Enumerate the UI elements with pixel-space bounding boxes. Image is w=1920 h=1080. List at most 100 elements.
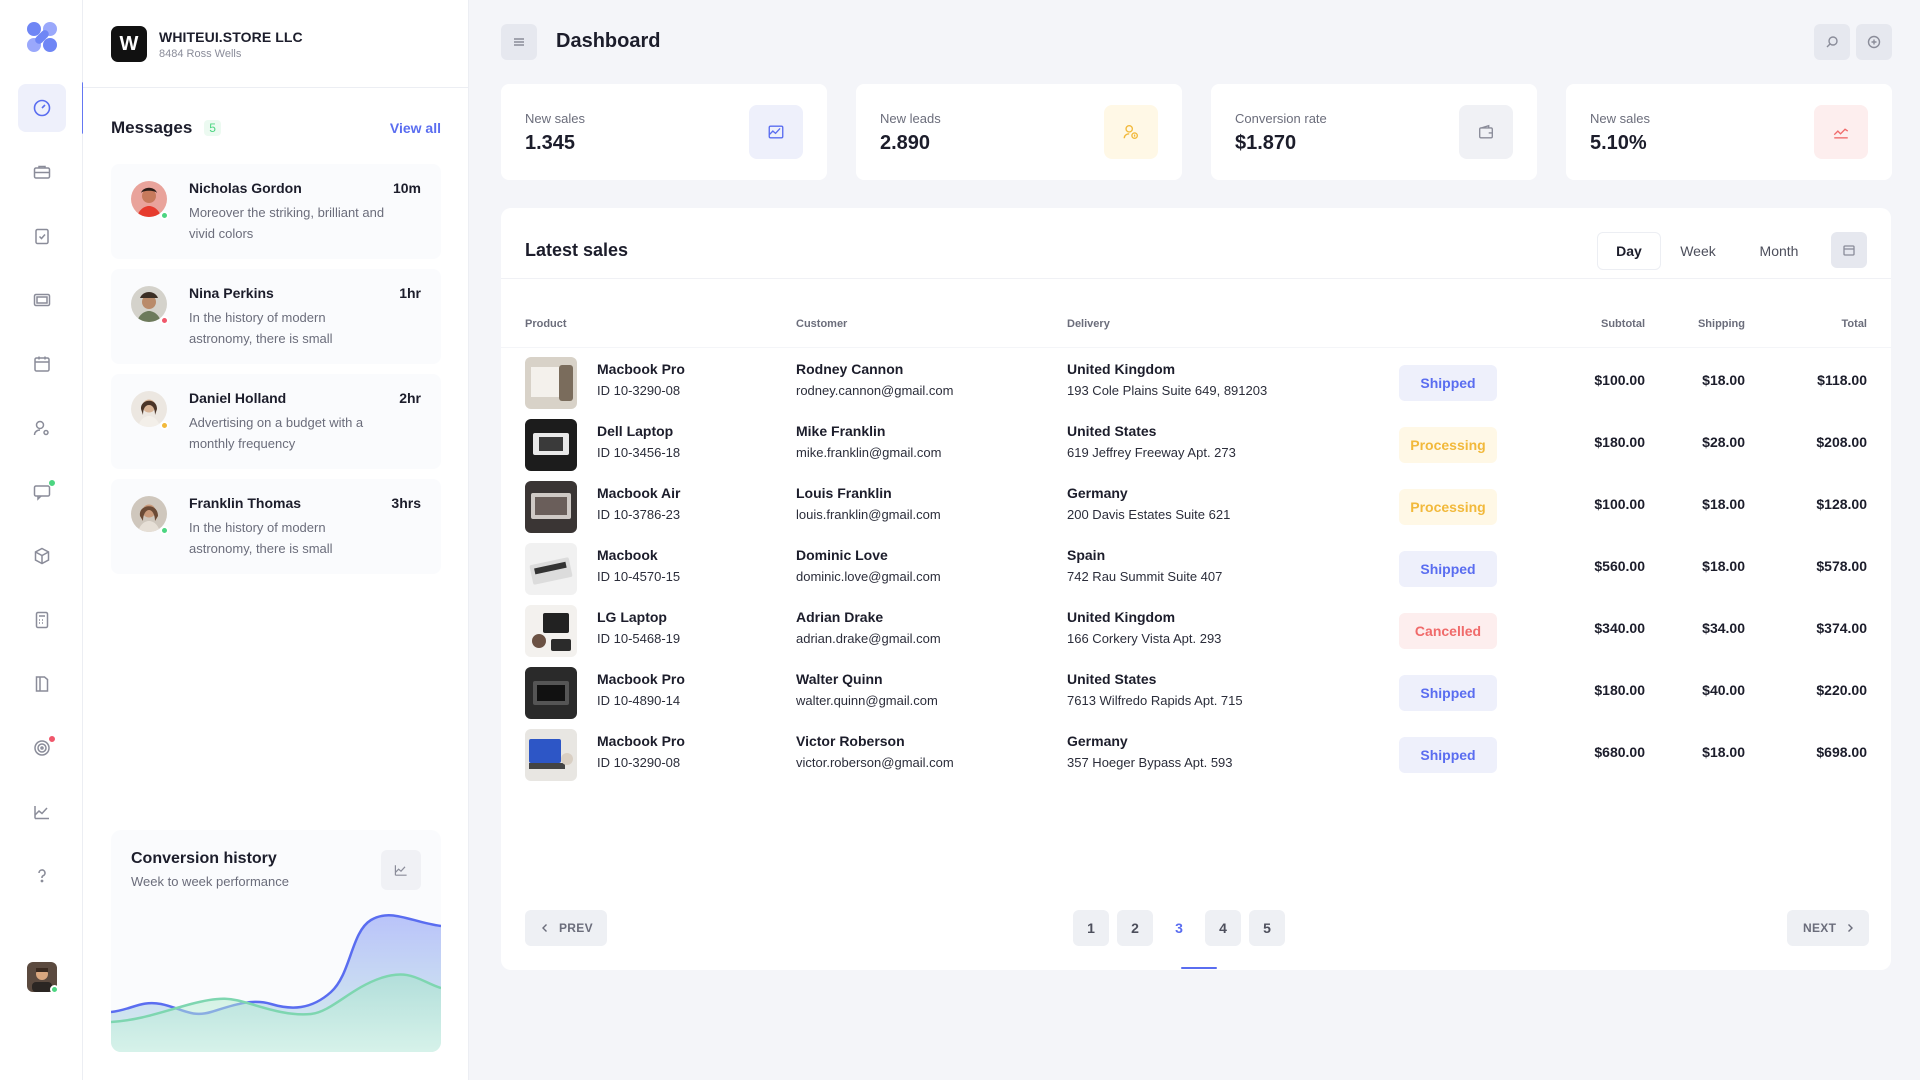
area-chart-icon [34, 806, 49, 820]
product-id: ID 10-3456-18 [597, 445, 681, 460]
tab-day[interactable]: Day [1597, 232, 1661, 270]
total-value: $578.00 [1816, 558, 1867, 574]
nav-goals[interactable] [18, 724, 66, 772]
page-3[interactable]: 3 [1161, 910, 1197, 946]
nav-dashboard[interactable] [18, 82, 85, 134]
nav-users[interactable] [18, 404, 66, 452]
nav-products[interactable] [18, 532, 66, 580]
message-time: 1hr [399, 285, 421, 301]
stat-value: 2.890 [880, 132, 931, 154]
calendar-icon [34, 356, 50, 372]
status-badge: Shipped [1399, 365, 1497, 401]
message-item[interactable]: Daniel Holland 2hr Advertising on a budg… [111, 374, 441, 469]
message-item[interactable]: Nicholas Gordon 10m Moreover the strikin… [111, 164, 441, 259]
message-sender: Nina Perkins [189, 285, 274, 301]
status-badge: Cancelled [1399, 613, 1497, 649]
latest-sales-title: Latest sales [525, 240, 629, 260]
next-page-button[interactable]: NEXT [1787, 910, 1869, 946]
table-row[interactable]: Macbook Pro ID 10-3290-08 Victor Roberson v… [501, 715, 1891, 791]
add-button[interactable] [1856, 24, 1892, 60]
nav-chat[interactable] [18, 468, 66, 516]
view-all-link[interactable]: View all [390, 120, 441, 136]
customer-email[interactable]: mike.franklin@gmail.com [796, 445, 941, 460]
trend-icon [1814, 105, 1868, 159]
column-header-shipping: Shipping [1697, 318, 1745, 330]
nav-calendar[interactable] [18, 340, 66, 388]
delivery-country: United States [1067, 671, 1157, 687]
page-4[interactable]: 4 [1205, 910, 1241, 946]
table-header: Product Customer Delivery Subtotal Shipp… [501, 278, 1891, 348]
nav-media[interactable] [18, 276, 66, 324]
total-value: $128.00 [1816, 496, 1867, 512]
nav-calculator[interactable] [18, 596, 66, 644]
messages-title: Messages [111, 118, 193, 137]
customer-email[interactable]: louis.franklin@gmail.com [796, 507, 941, 522]
delivery-address: 742 Rau Summit Suite 407 [1067, 569, 1223, 584]
status-badge: Shipped [1399, 551, 1497, 587]
tab-month[interactable]: Month [1739, 232, 1819, 270]
customer-email[interactable]: dominic.love@gmail.com [796, 569, 941, 584]
conversion-area-chart [111, 914, 441, 1052]
prev-page-button[interactable]: PREV [525, 910, 607, 946]
conversion-subtitle: Week to week performance [131, 874, 289, 889]
customer-email[interactable]: victor.roberson@gmail.com [796, 755, 954, 770]
stat-card-new-sales-percent: New sales 5.10% [1566, 84, 1892, 180]
shipping-value: $28.00 [1702, 434, 1745, 450]
menu-toggle-button[interactable] [501, 24, 537, 60]
next-label: NEXT [1803, 921, 1837, 935]
nav-briefcase[interactable] [18, 148, 66, 196]
delivery-country: Spain [1067, 547, 1106, 563]
date-picker-button[interactable] [1831, 232, 1867, 268]
message-preview: In the history of modern astronomy, ther… [189, 310, 333, 346]
shipping-value: $18.00 [1702, 744, 1745, 760]
shipping-value: $18.00 [1702, 372, 1745, 388]
nav-tasks[interactable] [18, 212, 66, 260]
customer-name: Dominic Love [796, 547, 888, 563]
page-1[interactable]: 1 [1073, 910, 1109, 946]
area-chart-icon [394, 865, 407, 876]
customer-name: Rodney Cannon [796, 361, 904, 377]
company-name: WHITEUI.STORE LLC [159, 28, 303, 45]
product-id: ID 10-3786-23 [597, 507, 681, 522]
question-icon [38, 869, 46, 883]
conversion-options-button[interactable] [381, 850, 421, 890]
page-5[interactable]: 5 [1249, 910, 1285, 946]
chevron-right-icon [1848, 924, 1854, 932]
delivery-country: United States [1067, 423, 1157, 439]
search-button[interactable] [1814, 24, 1850, 60]
product-thumbnail [525, 357, 577, 409]
status-badge: Shipped [1399, 675, 1497, 711]
goals-status-dot [48, 735, 56, 743]
customer-name: Adrian Drake [796, 609, 884, 625]
briefcase-icon [33, 165, 51, 179]
company-switcher[interactable]: W WHITEUI.STORE LLC 8484 Ross Wells [111, 26, 303, 62]
company-logo: W [111, 26, 147, 62]
product-id: ID 10-4890-14 [597, 693, 681, 708]
tab-week[interactable]: Week [1663, 232, 1733, 270]
customer-name: Victor Roberson [796, 733, 905, 749]
customer-email[interactable]: adrian.drake@gmail.com [796, 631, 941, 646]
app-logo-icon[interactable] [25, 20, 59, 54]
calculator-icon [35, 611, 49, 629]
side-panel: W WHITEUI.STORE LLC 8484 Ross Wells Mess… [83, 0, 469, 1080]
delivery-country: Germany [1067, 485, 1128, 501]
product-thumbnail [525, 543, 577, 595]
message-item[interactable]: Nina Perkins 1hr In the history of moder… [111, 269, 441, 364]
product-id: ID 10-4570-15 [597, 569, 681, 584]
page-2[interactable]: 2 [1117, 910, 1153, 946]
subtotal-value: $560.00 [1594, 558, 1645, 574]
status-dot [160, 421, 169, 430]
nav-analytics[interactable] [18, 788, 66, 836]
message-item[interactable]: Franklin Thomas 3hrs In the history of m… [111, 479, 441, 574]
customer-email[interactable]: rodney.cannon@gmail.com [796, 383, 953, 398]
user-coin-icon [1104, 105, 1158, 159]
delivery-country: United Kingdom [1067, 361, 1176, 377]
search-icon [1826, 36, 1838, 48]
customer-email[interactable]: walter.quinn@gmail.com [796, 693, 938, 708]
nav-docs[interactable] [18, 660, 66, 708]
stat-card-new-sales: New sales 1.345 [501, 84, 827, 180]
nav-help[interactable] [18, 852, 66, 900]
box-icon [34, 547, 50, 565]
delivery-address: 193 Cole Plains Suite 649, 891203 [1067, 383, 1268, 398]
product-thumbnail [525, 605, 577, 657]
